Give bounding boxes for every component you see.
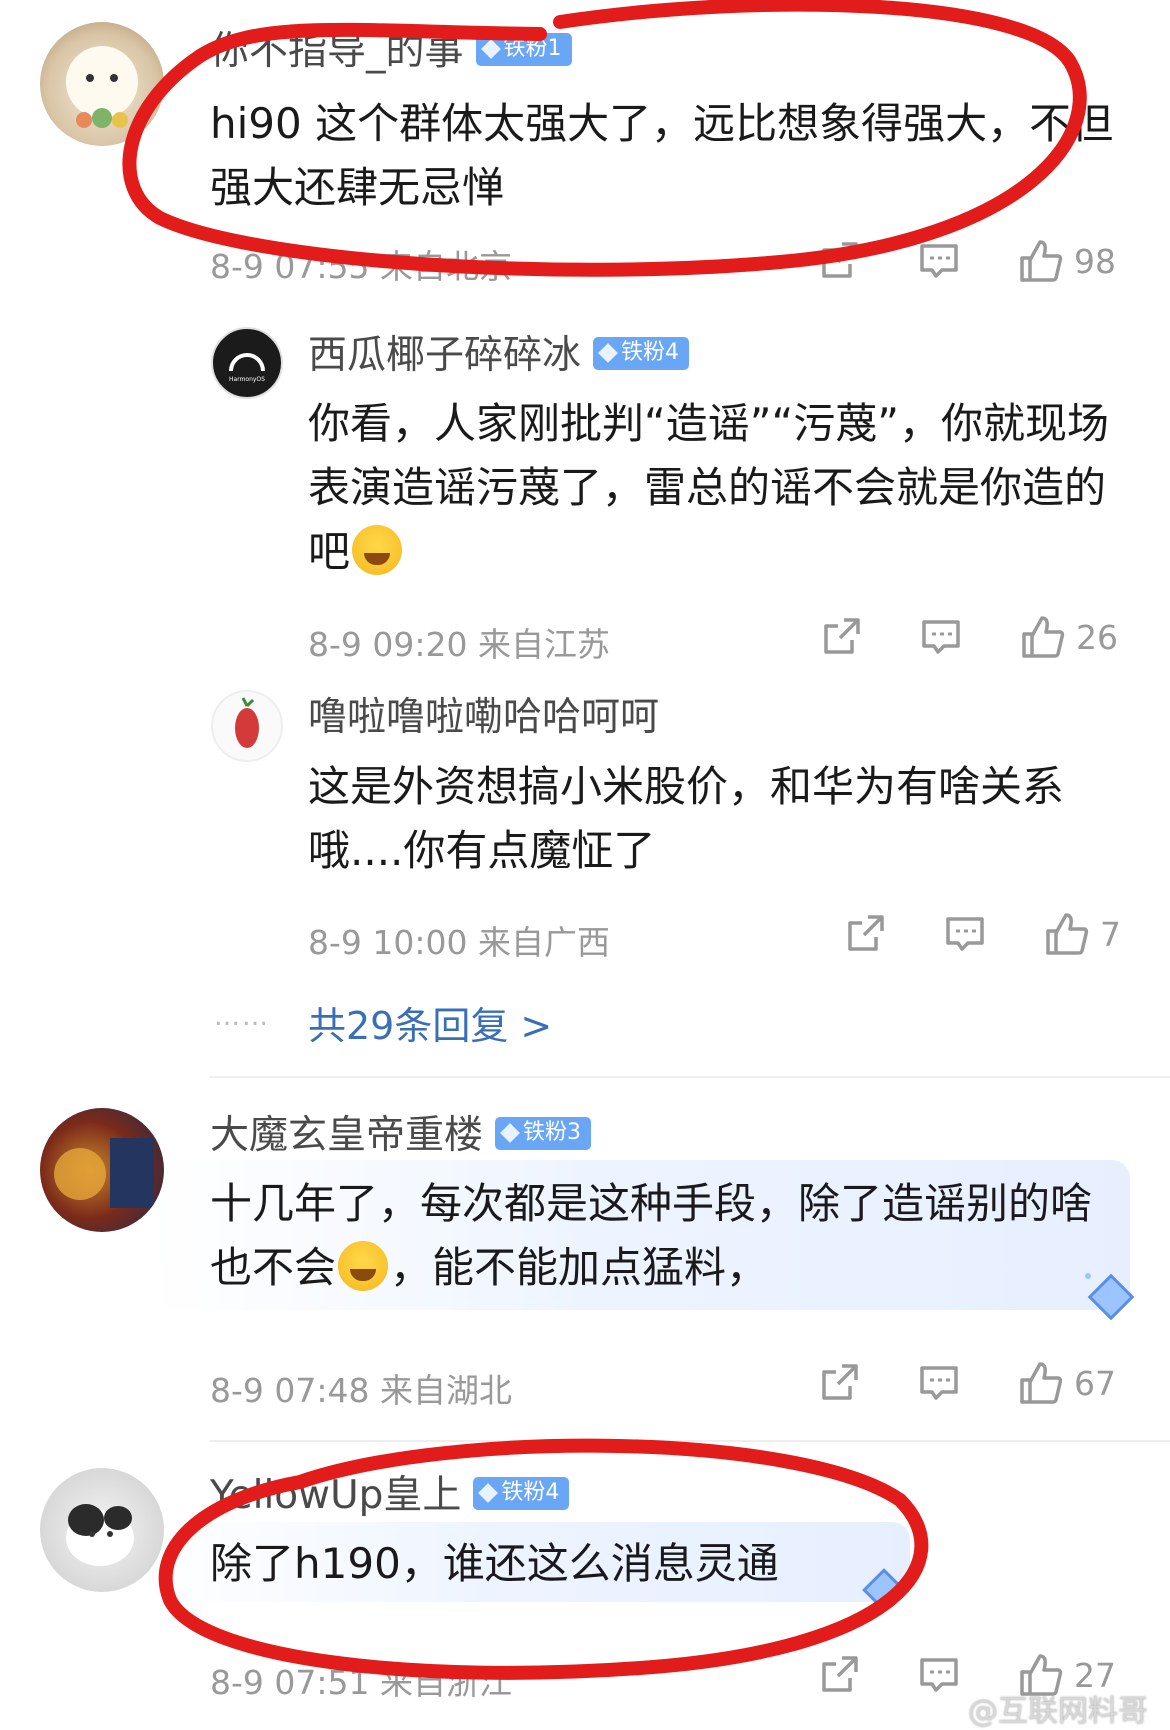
comment-icon: [946, 917, 984, 951]
comment-meta: 8-9 07:55 来自北京: [210, 240, 512, 288]
thumbs-up-icon: [1020, 1362, 1063, 1404]
comment-button[interactable]: [918, 1362, 960, 1404]
comment-time: 8-9 07:55: [210, 247, 370, 286]
thumbs-up-icon: [1020, 240, 1063, 282]
svg-text:HarmonyOS: HarmonyOS: [229, 376, 265, 383]
comment-location: 来自江苏: [478, 625, 610, 664]
share-icon: [822, 1364, 858, 1400]
comment-button[interactable]: [920, 616, 962, 658]
comment-username[interactable]: 噜啦噜啦嘞哈哈呵呵: [308, 698, 659, 737]
fan-badge: 铁粉4: [593, 337, 690, 370]
share-icon: [824, 618, 860, 654]
comment-meta: 8-9 10:00 来自广西: [308, 916, 610, 964]
share-button[interactable]: [844, 913, 886, 955]
laugh-cry-emoji-icon: [338, 1240, 389, 1291]
comment-button[interactable]: [944, 913, 986, 955]
share-icon: [822, 1656, 858, 1692]
badge-label: 铁粉4: [621, 340, 680, 366]
comment-username[interactable]: 你不指导_的事 铁粉1: [210, 32, 572, 71]
comment-username[interactable]: 西瓜椰子碎碎冰 铁粉4: [308, 333, 690, 378]
avatar[interactable]: HarmonyOS: [211, 327, 283, 399]
comment-username[interactable]: 大魔玄皇帝重楼 铁粉3: [210, 1113, 592, 1158]
diamond-icon: [478, 1483, 499, 1504]
username-text[interactable]: 你不指导_的事: [210, 29, 464, 74]
fan-badge: 铁粉1: [475, 33, 572, 66]
comment-username[interactable]: YellowUp皇上 铁粉4: [210, 1473, 570, 1518]
comment-icon: [920, 1658, 958, 1692]
share-button[interactable]: [820, 616, 862, 658]
avatar[interactable]: [211, 690, 283, 762]
avatar[interactable]: [40, 1108, 164, 1232]
diamond-icon: [598, 343, 618, 364]
fan-badge: 铁粉3: [495, 1117, 592, 1150]
share-button[interactable]: [818, 1362, 860, 1404]
share-button[interactable]: [818, 240, 860, 282]
comment-icon: [920, 244, 958, 278]
comment-text: 十几年了，每次都是这种手段，除了造谣别的啥也不会 ，能不能加点猛料，: [210, 1172, 1110, 1300]
username-text[interactable]: 大魔玄皇帝重楼: [210, 1113, 483, 1158]
comment-time: 8-9 09:20: [308, 625, 468, 664]
comment-time: 8-9 07:51: [210, 1663, 370, 1702]
like-count: 67: [1074, 1363, 1116, 1403]
badge-label: 铁粉3: [523, 1120, 582, 1146]
comment-button[interactable]: [918, 240, 960, 282]
badge-label: 铁粉1: [503, 36, 562, 62]
diamond-decoration-icon: [1085, 1273, 1135, 1321]
comment-time: 8-9 10:00: [308, 923, 468, 962]
avatar[interactable]: [40, 1468, 164, 1592]
comment-text: 这是外资想搞小米股价，和华为有啥关系哦....你有点魔怔了: [308, 762, 1065, 875]
like-count: 7: [1100, 914, 1121, 954]
comment-text: 你看，人家刚批判“造谣”“污蔑”，你就现场表演造谣污蔑了，雷总的谣不会就是你造的…: [308, 392, 1128, 584]
thumbs-up-icon: [1022, 616, 1065, 658]
laugh-cry-emoji-icon: [352, 524, 403, 575]
badge-label: 铁粉4: [501, 1480, 560, 1506]
comment-time: 8-9 07:48: [210, 1371, 370, 1410]
diamond-icon: [500, 1123, 520, 1144]
comment-meta: 8-9 07:48 来自湖北: [210, 1364, 512, 1412]
like-button[interactable]: 7: [1044, 911, 1121, 957]
username-text[interactable]: YellowUp皇上: [210, 1473, 461, 1518]
share-icon: [822, 242, 858, 278]
comment-text: 除了h190，谁还这么消息灵通: [210, 1539, 779, 1588]
like-count: 98: [1074, 241, 1116, 281]
like-button[interactable]: 98: [1018, 238, 1116, 284]
comment-icon: [922, 620, 960, 654]
share-button[interactable]: [818, 1654, 860, 1696]
comment-location: 来自广西: [478, 923, 610, 962]
divider: [210, 1076, 1170, 1078]
comment-location: 来自浙江: [380, 1663, 512, 1702]
watermark: @互联网料哥: [968, 1694, 1148, 1729]
username-text[interactable]: 西瓜椰子碎碎冰: [308, 333, 581, 378]
comment-text: hi90 这个群体太强大了，远比想象得强大，不但强大还肆无忌惮: [210, 99, 1114, 212]
fan-badge: 铁粉4: [473, 1477, 570, 1510]
comment-icon: [920, 1366, 958, 1400]
username-text[interactable]: 噜啦噜啦嘞哈哈呵呵: [308, 695, 659, 740]
more-dots: ……: [214, 1002, 270, 1032]
divider: [210, 1440, 1170, 1442]
like-button[interactable]: 26: [1020, 614, 1118, 660]
comment-meta: 8-9 07:51 来自浙江: [210, 1656, 512, 1704]
like-count: 26: [1076, 617, 1118, 657]
comment-meta: 8-9 09:20 来自江苏: [308, 618, 610, 666]
comment-location: 来自北京: [380, 247, 512, 286]
thumbs-up-icon: [1046, 913, 1089, 955]
comment-text-part: 你看，人家刚批判“造谣”“污蔑”，你就现场表演造谣污蔑了，雷总的谣不会就是你造的…: [308, 399, 1110, 576]
diamond-icon: [480, 39, 501, 60]
view-replies-link[interactable]: 共29条回复 >: [308, 995, 552, 1050]
comment-text-part: ，能不能加点猛料，: [390, 1243, 769, 1292]
diamond-decoration-icon: [862, 1568, 906, 1612]
comment-location: 来自湖北: [380, 1371, 512, 1410]
share-icon: [848, 915, 884, 951]
comment-button[interactable]: [918, 1654, 960, 1696]
avatar[interactable]: [40, 22, 164, 146]
like-button[interactable]: 67: [1018, 1360, 1116, 1406]
